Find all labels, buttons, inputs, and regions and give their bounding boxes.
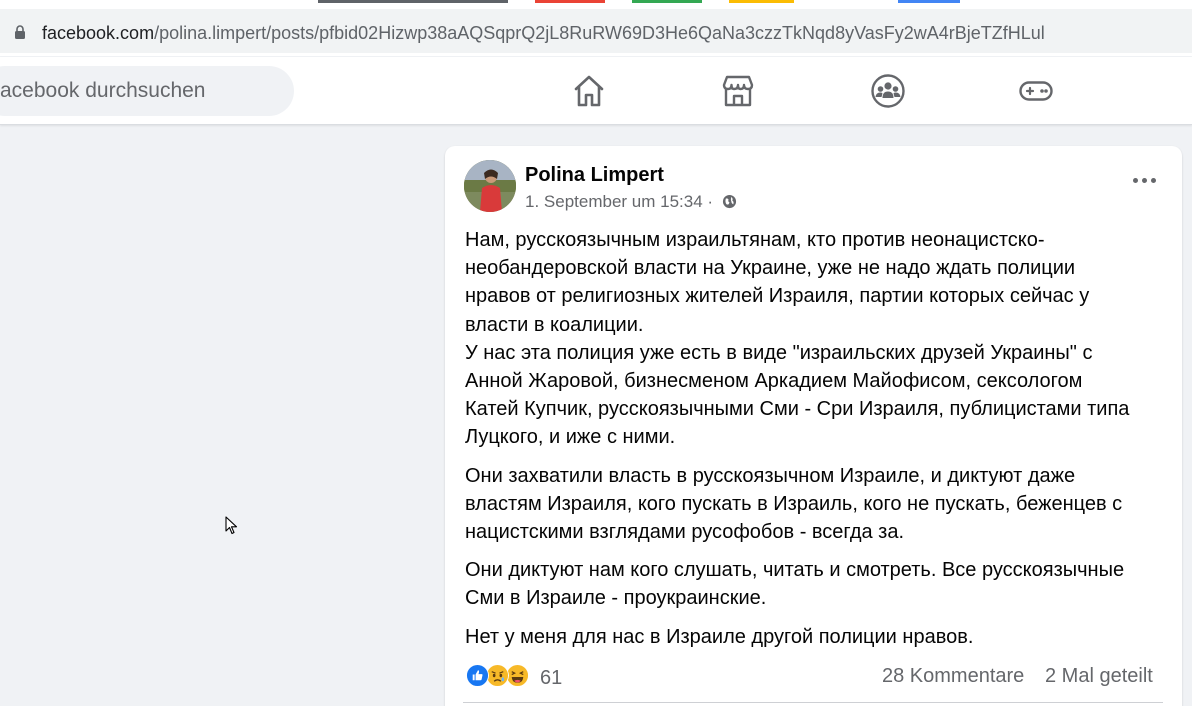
url-field[interactable]: facebook.com/polina.limpert/posts/pfbid0… (0, 9, 1192, 53)
text-line: Луцкого, и иже с ними. (465, 426, 676, 449)
post-meta: 1. September um 15:34 · (525, 192, 737, 212)
reaction-count[interactable]: 61 (540, 667, 562, 690)
tab-indicator[interactable] (318, 0, 508, 3)
gaming-icon[interactable] (1018, 73, 1054, 109)
url-host: facebook.com (42, 23, 155, 43)
search-input[interactable]: acebook durchsuchen (0, 66, 294, 116)
text-line: власти в коалиции. (465, 313, 644, 336)
groups-icon[interactable] (870, 73, 906, 109)
tab-indicator[interactable] (535, 0, 605, 3)
post-paragraph: Они диктуют нам кого слушать, читать и с… (465, 556, 1170, 612)
tab-indicator[interactable] (632, 0, 702, 3)
text-line: Нет у меня для нас в Израиле другой поли… (465, 625, 974, 648)
tab-indicator[interactable] (898, 0, 960, 3)
post-card: Polina Limpert 1. September um 15:34 · Н… (445, 146, 1182, 706)
facebook-topbar: acebook durchsuchen (0, 57, 1192, 125)
dot-icon (1142, 178, 1147, 183)
text-line: Сми в Израиле - проукраинские. (465, 587, 767, 610)
text-line: Нам, русскоязычным израильтянам, кто про… (465, 229, 1045, 251)
text-line: Анной Жаровой, бизнесменом Аркадием Майо… (465, 370, 1083, 393)
more-options-button[interactable] (1130, 170, 1162, 190)
text-line: Они захватили власть в русскоязычном Изр… (465, 464, 1076, 487)
haha-emoji-icon (506, 664, 529, 687)
divider (463, 702, 1163, 703)
url-text[interactable]: facebook.com/polina.limpert/posts/pfbid0… (42, 23, 1045, 44)
home-icon[interactable] (571, 73, 607, 109)
dot-icon (1133, 178, 1138, 183)
mouse-cursor-icon (225, 516, 238, 535)
marketplace-icon[interactable] (720, 73, 756, 109)
browser-addressbar: facebook.com/polina.limpert/posts/pfbid0… (0, 4, 1192, 56)
text-line: Они диктуют нам кого слушать, читать и с… (465, 559, 1125, 582)
text-line: Катей Купчик, русскоязычными Сми - Сри И… (465, 398, 1130, 421)
post-paragraph: Нам, русскоязычным израильтянам, кто про… (465, 226, 1170, 452)
text-line: властям Израиля, кого пускать в Израиль,… (465, 492, 1123, 515)
post-body: Нам, русскоязычным израильтянам, кто про… (465, 226, 1170, 661)
search-placeholder: acebook durchsuchen (0, 79, 206, 102)
sad-emoji-icon (486, 664, 509, 687)
url-path: /polina.limpert/posts/pfbid02Hizwp38aAQS… (154, 23, 1045, 43)
lock-icon[interactable] (14, 25, 26, 39)
post-timestamp[interactable]: 1. September um 15:34 · (525, 192, 713, 211)
post-paragraph: Они захватили власть в русскоязычном Изр… (465, 462, 1170, 547)
text-line: нравов от религиозных жителей Израиля, п… (465, 285, 1090, 308)
tab-indicator[interactable] (729, 0, 794, 3)
post-author[interactable]: Polina Limpert (525, 164, 664, 187)
like-icon (466, 664, 489, 687)
globe-icon (722, 194, 736, 209)
avatar[interactable] (464, 160, 516, 212)
text-line: У нас эта полиция уже есть в виде "израи… (465, 341, 1093, 364)
text-line: необандеровской власти на Украине, уже н… (465, 257, 1076, 280)
dot-icon (1151, 178, 1156, 183)
comments-link[interactable]: 28 Kommentare (882, 665, 1024, 688)
post-paragraph: Нет у меня для нас в Израиле другой поли… (465, 623, 1170, 651)
shares-link[interactable]: 2 Mal geteilt (1045, 665, 1153, 688)
text-line: нацистскими взглядами русофобов - всегда… (465, 521, 905, 544)
